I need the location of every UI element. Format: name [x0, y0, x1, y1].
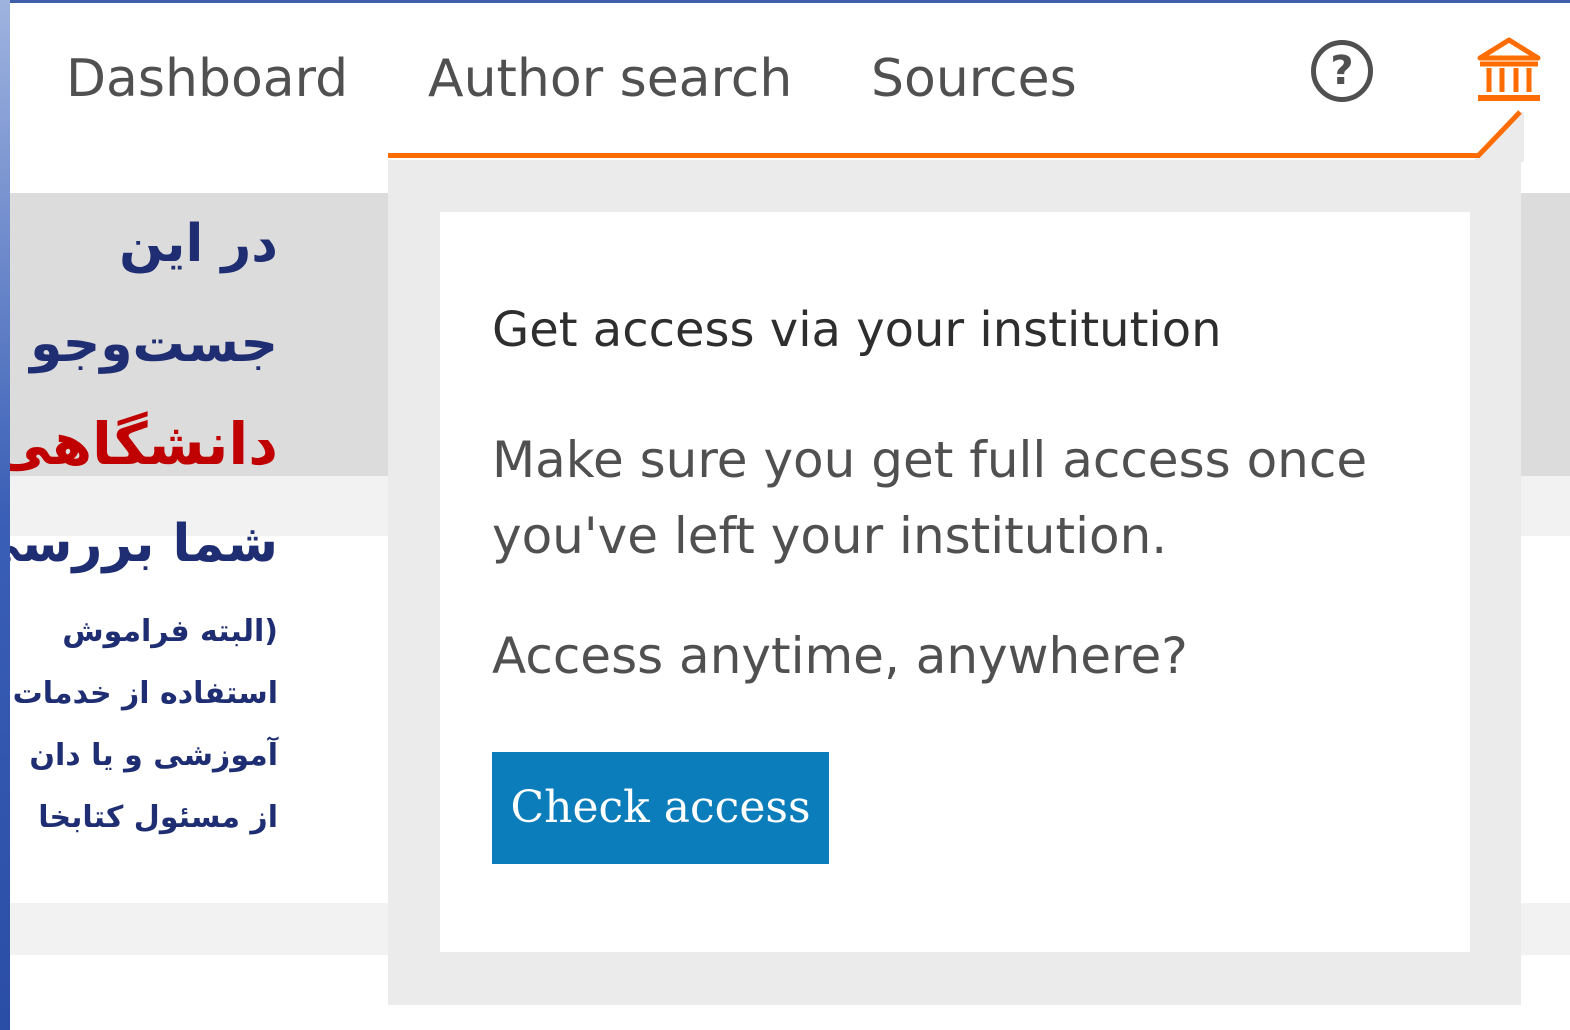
- persian-text-line-2: جست‌وجو: [30, 314, 278, 374]
- persian-text-line-5: (البته فراموش: [62, 614, 278, 649]
- dropdown-description: Make sure you get full access once you'v…: [492, 431, 1368, 565]
- active-dropdown-underline: [388, 153, 1480, 158]
- slide-frame-left: [0, 0, 10, 1030]
- persian-text-line-4: شما بررسی: [0, 514, 278, 574]
- question-circle-icon[interactable]: ?: [1311, 40, 1373, 102]
- dropdown-question: Access anytime, anywhere?: [492, 627, 1188, 685]
- institution-building-icon[interactable]: [1476, 36, 1542, 106]
- nav-author-search-link[interactable]: Author search: [428, 44, 792, 114]
- persian-text-line-8: از مسئول کتابخا: [38, 800, 278, 835]
- slide-frame-top: [0, 0, 1570, 3]
- nav-sources-link[interactable]: Sources: [871, 44, 1077, 114]
- nav-dashboard-link[interactable]: Dashboard: [66, 44, 348, 114]
- dropdown-pointer-notch: [1470, 110, 1524, 162]
- persian-text-line-3: دانشگاهی: [0, 410, 278, 478]
- persian-text-line-7: آموزشی و یا دان: [29, 738, 278, 773]
- persian-text-line-1: در این: [119, 214, 278, 274]
- persian-text-line-6: استفاده از خدمات: [12, 676, 278, 711]
- institution-access-dropdown: Get access via your institution Make sur…: [388, 160, 1521, 1005]
- dropdown-title: Get access via your institution: [492, 302, 1222, 358]
- check-access-button[interactable]: Check access: [492, 752, 829, 864]
- institution-access-card: Get access via your institution Make sur…: [440, 212, 1470, 952]
